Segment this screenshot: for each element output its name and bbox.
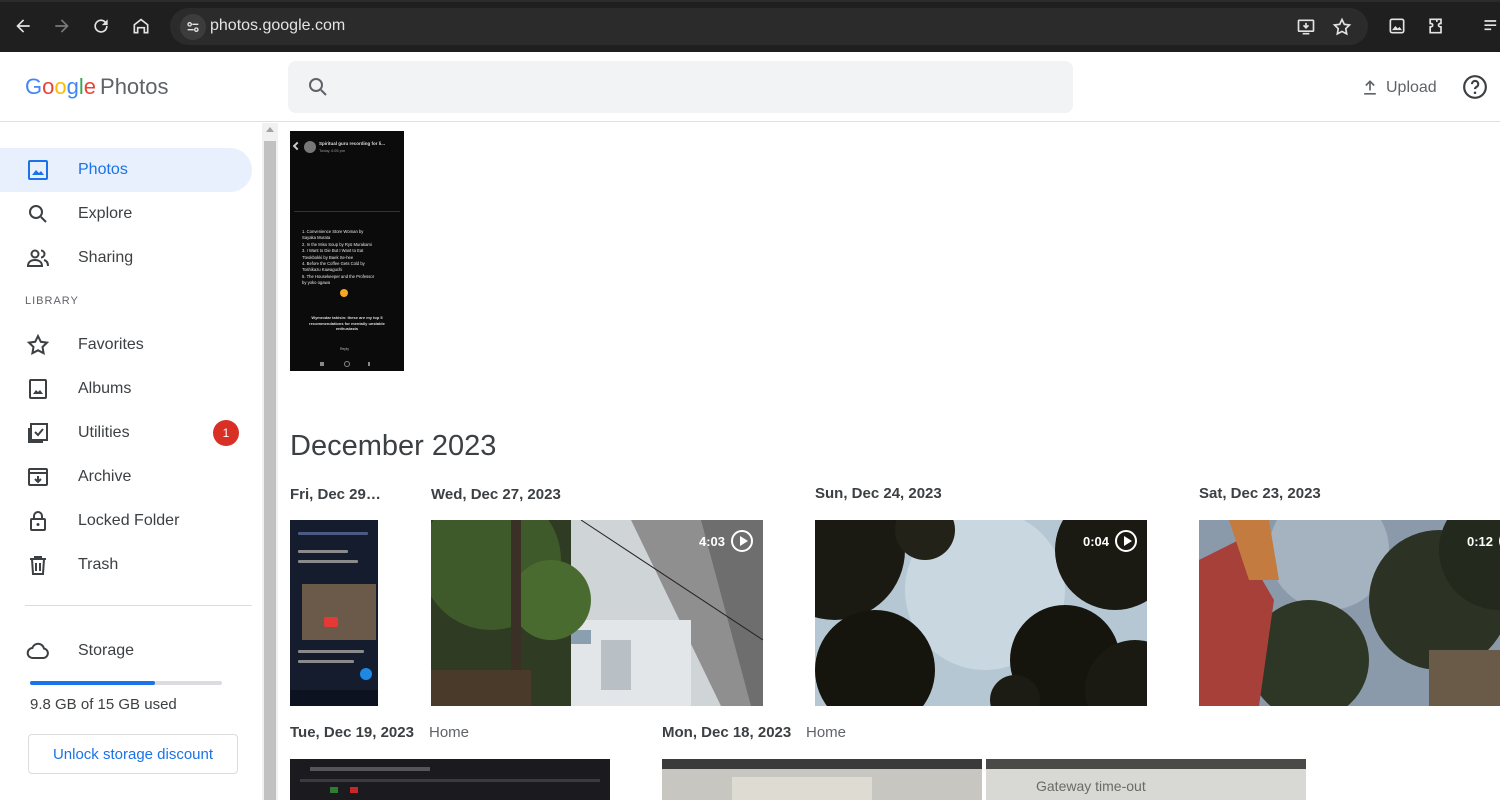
sidebar-item-trash[interactable]: Trash (0, 543, 252, 587)
sidebar-nav: Photos Explore Sharing LIBRARY Favorites… (0, 123, 262, 800)
bookmark-star-icon[interactable] (1330, 15, 1354, 39)
people-icon (26, 249, 49, 267)
home-icon[interactable] (127, 12, 155, 40)
cloud-icon (26, 642, 49, 659)
nav-back-icon (368, 362, 372, 366)
upload-label: Upload (1386, 79, 1437, 96)
photo-thumbnail-dec-18-a[interactable] (662, 759, 982, 800)
upload-button[interactable]: Upload (1360, 76, 1437, 100)
screenshot-toolbar-line (294, 211, 400, 212)
photo-thumbnail-screenshot-dec-29[interactable] (290, 520, 378, 706)
photo-icon (28, 160, 48, 180)
sidebar-divider (25, 605, 252, 606)
url-text[interactable]: photos.google.com (210, 17, 345, 35)
sidebar-item-albums[interactable]: Albums (0, 367, 252, 411)
scroll-up-arrow-icon[interactable] (266, 127, 274, 132)
screenshot-book-list: 1. Convenience Store Woman by Sayaka Mur… (302, 229, 375, 286)
phone-nav-bar (290, 690, 378, 706)
screenshot-subtitle: Today 4:05 pm (319, 148, 346, 153)
utilities-icon (28, 423, 48, 443)
forward-icon[interactable] (48, 12, 76, 40)
date-label-dec-29[interactable]: Fri, Dec 29… (290, 486, 381, 503)
sidebar-item-favorites[interactable]: Favorites (0, 323, 252, 367)
nav-square-icon (320, 362, 324, 366)
sidebar-item-sharing[interactable]: Sharing (0, 236, 252, 280)
video-duration: 0:04 (1083, 530, 1137, 552)
date-label-dec-23[interactable]: Sat, Dec 23, 2023 (1199, 485, 1321, 502)
photo-grid: Spiritual guru recording for li... Today… (278, 123, 1500, 800)
screenshot-title: Spiritual guru recording for li... (319, 141, 386, 146)
site-settings-icon[interactable] (180, 14, 206, 40)
star-icon (26, 333, 50, 356)
video-duration: 4:03 (699, 530, 753, 552)
sidebar-item-storage[interactable]: Storage (0, 629, 252, 673)
date-label-dec-18[interactable]: Mon, Dec 18, 2023 (662, 724, 791, 741)
gateway-timeout-text: Gateway time-out (1036, 778, 1146, 794)
browser-toolbar: photos.google.com (0, 0, 1500, 52)
play-icon (1115, 530, 1137, 552)
fab-icon (360, 668, 372, 680)
storage-progress-bar (30, 681, 222, 685)
sidebar-item-photos[interactable]: Photos (0, 148, 252, 192)
screenshot-footer-text: Wymrodar tahisin: these are my top 5 rec… (309, 315, 385, 331)
photo-thumbnail-dec-18-b[interactable]: Gateway time-out (986, 759, 1306, 800)
search-icon[interactable] (306, 75, 330, 99)
trash-icon (30, 556, 46, 575)
album-icon (29, 379, 47, 399)
emoji-icon (340, 289, 348, 297)
address-bar[interactable]: photos.google.com (170, 8, 1368, 45)
date-label-dec-27[interactable]: Wed, Dec 27, 2023 (431, 486, 561, 503)
photo-thumbnail-screenshot[interactable]: Spiritual guru recording for li... Today… (290, 131, 404, 371)
image-extension-icon[interactable] (1383, 12, 1411, 40)
scroll-thumb[interactable] (264, 141, 276, 800)
play-icon (731, 530, 753, 552)
help-icon[interactable] (1462, 74, 1488, 100)
library-section-label: LIBRARY (25, 295, 79, 307)
search-input[interactable] (348, 71, 1048, 103)
sidebar-item-utilities[interactable]: Utilities 1 (0, 411, 252, 455)
reading-list-icon[interactable] (1478, 12, 1500, 40)
nav-home-icon (344, 361, 350, 367)
tab-strip-edge (0, 0, 1500, 2)
utilities-badge: 1 (213, 420, 239, 446)
search-icon (29, 205, 47, 223)
archive-icon (28, 468, 48, 486)
lock-icon (30, 511, 46, 531)
video-thumbnail-dec-23[interactable]: 0:12 (1199, 520, 1500, 706)
location-label-dec-19[interactable]: Home (429, 724, 469, 741)
date-label-dec-19[interactable]: Tue, Dec 19, 2023 (290, 724, 414, 741)
app-header: Google Photos Upload (0, 52, 1500, 122)
month-heading: December 2023 (290, 430, 497, 462)
video-thumbnail-dec-27[interactable]: 4:03 (431, 520, 763, 706)
back-icon[interactable] (9, 12, 37, 40)
photo-thumbnail-dec-19[interactable] (290, 759, 610, 800)
install-app-icon[interactable] (1294, 15, 1318, 39)
storage-progress-fill (30, 681, 156, 685)
reload-icon[interactable] (87, 12, 115, 40)
extensions-icon[interactable] (1422, 12, 1450, 40)
sidebar-item-archive[interactable]: Archive (0, 455, 252, 499)
video-duration: 0:12 (1467, 530, 1500, 552)
search-box[interactable] (288, 61, 1073, 113)
storage-used-text: 9.8 GB of 15 GB used (30, 696, 177, 713)
back-arrow-icon (292, 141, 302, 151)
sidebar-item-explore[interactable]: Explore (0, 192, 252, 236)
sidebar-item-locked-folder[interactable]: Locked Folder (0, 499, 252, 543)
video-play-icon (324, 617, 338, 627)
avatar (304, 141, 316, 153)
location-label-dec-18[interactable]: Home (806, 724, 846, 741)
video-thumbnail-dec-24[interactable]: 0:04 (815, 520, 1147, 706)
unlock-storage-discount-button[interactable]: Unlock storage discount (28, 734, 238, 774)
video-frame-trees-dusk (1199, 520, 1500, 706)
google-photos-logo[interactable]: Google Photos (25, 74, 169, 100)
screenshot-reply-label: Reply (340, 347, 349, 351)
embedded-image (302, 584, 376, 640)
upload-icon (1364, 80, 1376, 95)
date-label-dec-24[interactable]: Sun, Dec 24, 2023 (815, 485, 942, 502)
sidebar-scrollbar[interactable] (262, 123, 278, 800)
